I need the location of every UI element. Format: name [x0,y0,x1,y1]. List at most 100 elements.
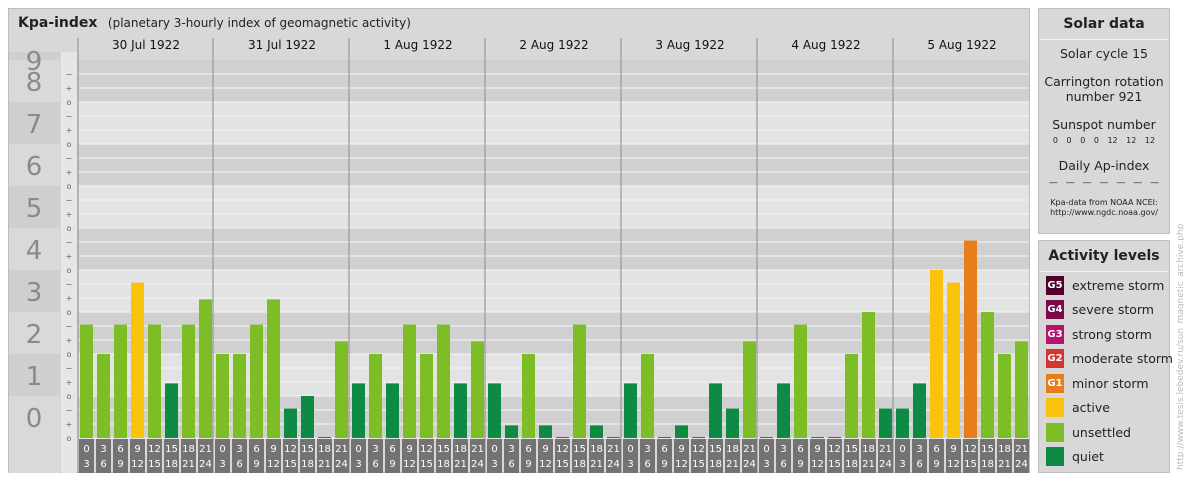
legend-swatch: G2 [1046,349,1064,368]
interval-end-label: 12 [267,459,280,470]
interval-end-label: 3 [899,459,905,470]
legend-swatch: G5 [1046,275,1064,295]
kp-bar [556,437,569,438]
kp-bar [403,324,416,438]
kp-bar [709,383,722,438]
y-minor-tick: o [67,140,72,149]
watermark: http://www.tesis.lebedev.ru/sun_magnetic… [1176,223,1184,470]
interval-start-label: 9 [950,444,956,455]
interval-start-label: 3 [508,444,514,455]
interval-end-label: 3 [763,459,769,470]
kp-bar [573,324,586,438]
interval-start-label: 9 [542,444,548,455]
interval-end-label: 21 [862,459,875,470]
legend-item: G2 moderate storm [1046,349,1173,369]
interval-end-label: 3 [83,459,89,470]
y-minor-tick: o [67,308,72,317]
kp-bar [777,383,790,438]
kp-bar [97,354,110,438]
legend-swatch: G4 [1046,300,1064,319]
interval-start-label: 15 [709,444,722,455]
legend-swatch: G1 [1046,373,1064,393]
kp-bar [352,383,365,438]
y-minor-tick: o [67,224,72,233]
kp-bar [692,437,705,438]
interval-start-label: 15 [165,444,178,455]
kp-bar [420,354,433,438]
ap-values: — — — — — — — [1048,178,1160,188]
interval-start-label: 18 [318,444,331,455]
interval-end-label: 6 [508,459,514,470]
interval-end-label: 24 [335,459,348,470]
interval-end-label: 15 [148,459,161,470]
interval-start-label: 21 [607,444,620,455]
kp-bar [862,312,875,438]
interval-start-label: 6 [117,444,123,455]
kp-bar [80,324,93,438]
day-label: 2 Aug 1922 [519,38,588,52]
interval-end-label: 6 [916,459,922,470]
interval-start-label: 3 [100,444,106,455]
legend-label: moderate storm [1072,351,1173,366]
kp-bar [998,354,1011,438]
interval-start-label: 3 [916,444,922,455]
interval-end-label: 9 [253,459,259,470]
interval-end-label: 9 [389,459,395,470]
kp-bar [947,282,960,438]
interval-end-label: 6 [372,459,378,470]
interval-end-label: 9 [117,459,123,470]
interval-end-label: 18 [845,459,858,470]
kp-bar [250,324,263,438]
interval-start-label: 12 [964,444,977,455]
y-minor-tick: o [67,434,72,443]
interval-end-label: 9 [661,459,667,470]
legend-label: active [1072,400,1110,415]
source-line-2: http://www.ngdc.noaa.gov/ [1050,208,1158,217]
interval-end-label: 18 [437,459,450,470]
interval-start-label: 21 [879,444,892,455]
interval-start-label: 18 [590,444,603,455]
interval-end-label: 18 [165,459,178,470]
carrington-line-1: Carrington rotation [1044,74,1164,89]
interval-end-label: 15 [556,459,569,470]
day-label: 3 Aug 1922 [655,38,724,52]
day-label: 4 Aug 1922 [791,38,860,52]
legend-item: unsettled [1046,422,1131,442]
kp-bar [182,324,195,438]
interval-end-label: 24 [879,459,892,470]
interval-start-label: 6 [253,444,259,455]
y-tick-label: 2 [26,320,43,350]
interval-start-label: 15 [845,444,858,455]
y-tick-label: 7 [26,110,43,140]
kp-bar [318,437,331,438]
interval-end-label: 12 [947,459,960,470]
interval-start-label: 0 [899,444,905,455]
interval-start-label: 0 [83,444,89,455]
interval-start-label: 6 [661,444,667,455]
interval-end-label: 24 [1015,459,1028,470]
interval-start-label: 21 [743,444,756,455]
kp-bar [267,299,280,438]
interval-end-label: 21 [590,459,603,470]
interval-start-label: 12 [828,444,841,455]
solar-data-title: Solar data [1039,9,1169,40]
kp-band [78,312,1029,354]
interval-start-label: 6 [525,444,531,455]
kp-bar [964,240,977,438]
activity-levels-panel: Activity levels G5 extreme storm G4 severe … [1038,240,1173,473]
interval-end-label: 18 [573,459,586,470]
y-minor-tick: − [66,406,73,415]
interval-end-label: 12 [539,459,552,470]
interval-end-label: 21 [726,459,739,470]
subtitle-text: (planetary 3-hourly index of geomagnetic… [107,16,411,30]
legend-swatch [1046,422,1064,442]
interval-end-label: 24 [471,459,484,470]
y-minor-tick: + [66,336,73,345]
interval-start-label: 3 [644,444,650,455]
legend-swatch [1046,398,1064,417]
interval-start-label: 21 [199,444,212,455]
y-minor-tick: + [66,168,73,177]
solar-cycle: Solar cycle 15 [1059,46,1148,61]
interval-end-label: 21 [454,459,467,470]
sunspot-values: 0 0 0 0 12 12 12 [1052,136,1156,145]
